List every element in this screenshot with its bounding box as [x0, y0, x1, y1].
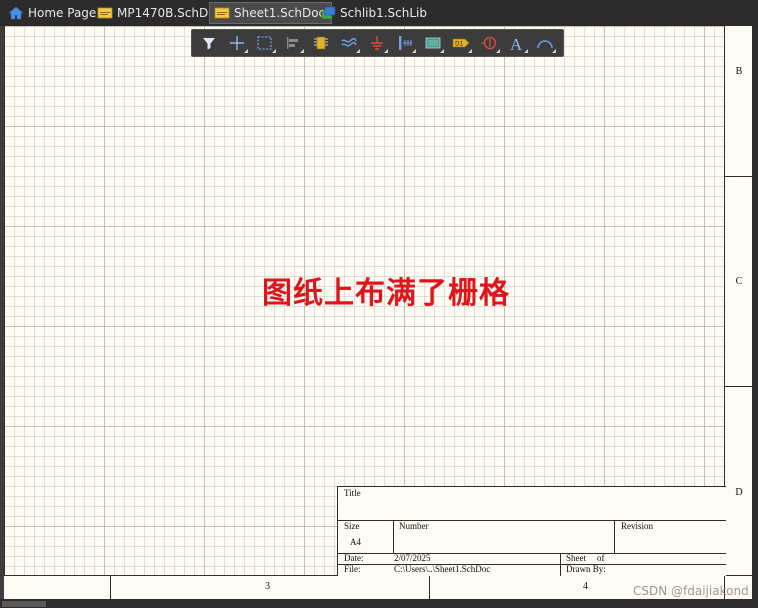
- harness-icon[interactable]: [422, 33, 444, 53]
- title-label: Title: [344, 488, 361, 498]
- title-block-line: [560, 553, 561, 576]
- tab-label: Home Page: [28, 6, 97, 20]
- dropdown-indicator: [496, 49, 500, 53]
- dropdown-indicator: [272, 49, 276, 53]
- title-block-line: [614, 520, 615, 553]
- dropdown-indicator: [356, 49, 360, 53]
- schdoc-icon: [97, 6, 113, 20]
- horizontal-scrollbar[interactable]: [0, 599, 758, 608]
- dropdown-indicator: [468, 49, 472, 53]
- row-label-c: C: [735, 276, 743, 287]
- row-label-d: D: [735, 487, 743, 498]
- power-ground-icon[interactable]: [366, 33, 388, 53]
- title-block-line: [393, 520, 394, 553]
- vertical-scrollbar[interactable]: [752, 26, 758, 599]
- zone-divider: [110, 576, 111, 599]
- column-label-4: 4: [583, 581, 588, 592]
- drawn-by-label: Drawn By:: [566, 564, 606, 574]
- home-icon: [8, 6, 24, 20]
- revision-label: Revision: [621, 521, 654, 531]
- file-label: File:: [344, 564, 361, 574]
- file-value: C:\Users\..\Sheet1.SchDoc: [394, 564, 491, 574]
- dropdown-indicator: [244, 49, 248, 53]
- schematic-sheet[interactable]: B C D 3 4 Title Size A4 Number Revision …: [4, 26, 752, 599]
- scrollbar-thumb[interactable]: [2, 601, 46, 607]
- text-icon[interactable]: A: [506, 33, 528, 54]
- crosshair-move-icon[interactable]: [226, 33, 248, 53]
- tab-schlib1-schlib[interactable]: Schlib1.SchLib: [316, 2, 433, 24]
- tab-label: Sheet1.SchDoc: [234, 6, 326, 20]
- svg-text:D1: D1: [455, 41, 464, 48]
- title-block: Title Size A4 Number Revision Date: 2/07…: [337, 486, 726, 576]
- schdoc-icon: [214, 6, 230, 20]
- filter-icon[interactable]: [198, 33, 220, 53]
- arc-icon[interactable]: [534, 33, 556, 53]
- dropdown-indicator: [384, 49, 388, 53]
- sheet-label: Sheet: [566, 553, 586, 563]
- port-icon[interactable]: D1: [450, 33, 472, 53]
- sheet-border-left: [4, 26, 5, 599]
- number-label: Number: [399, 521, 429, 531]
- date-value: 2/07/2025: [394, 553, 431, 563]
- size-value: A4: [350, 537, 361, 547]
- tab-sheet1-schdoc[interactable]: Sheet1.SchDoc: [209, 2, 333, 24]
- svg-text:A: A: [510, 35, 523, 53]
- zone-divider: [725, 176, 752, 177]
- select-rect-icon[interactable]: [254, 33, 276, 53]
- size-label: Size: [344, 521, 360, 531]
- dropdown-indicator: [412, 49, 416, 53]
- column-label-3: 3: [265, 581, 270, 592]
- zone-divider: [429, 576, 430, 599]
- dropdown-indicator: [440, 49, 444, 53]
- of-label: of: [597, 553, 605, 563]
- row-label-b: B: [735, 66, 743, 77]
- title-block-line: [338, 520, 726, 521]
- tab-label: Schlib1.SchLib: [340, 6, 428, 20]
- place-part-icon[interactable]: [310, 33, 332, 53]
- dropdown-indicator: [300, 49, 304, 53]
- active-bar-toolbar: D1 A: [191, 29, 564, 57]
- schlib-icon: [320, 6, 336, 20]
- document-tab-bar: Home Page MP1470B.SchDoc Sheet1.SchDoc S…: [0, 0, 758, 26]
- zone-divider: [725, 386, 752, 387]
- right-border-zone: B C D: [724, 26, 752, 575]
- dropdown-indicator: [524, 49, 528, 53]
- dropdown-indicator: [552, 49, 556, 53]
- watermark: CSDN @fdaijiakond: [633, 584, 749, 598]
- no-erc-icon[interactable]: [478, 33, 500, 53]
- tab-home-page[interactable]: Home Page: [4, 2, 102, 24]
- wire-icon[interactable]: [338, 33, 360, 53]
- date-label: Date:: [344, 553, 364, 563]
- tab-mp1470b-schdoc[interactable]: MP1470B.SchDoc: [93, 2, 228, 24]
- align-icon[interactable]: [282, 33, 304, 53]
- grid-annotation-text: 图纸上布满了栅格: [262, 276, 510, 311]
- tab-label: MP1470B.SchDoc: [117, 6, 223, 20]
- bus-icon[interactable]: [394, 33, 416, 53]
